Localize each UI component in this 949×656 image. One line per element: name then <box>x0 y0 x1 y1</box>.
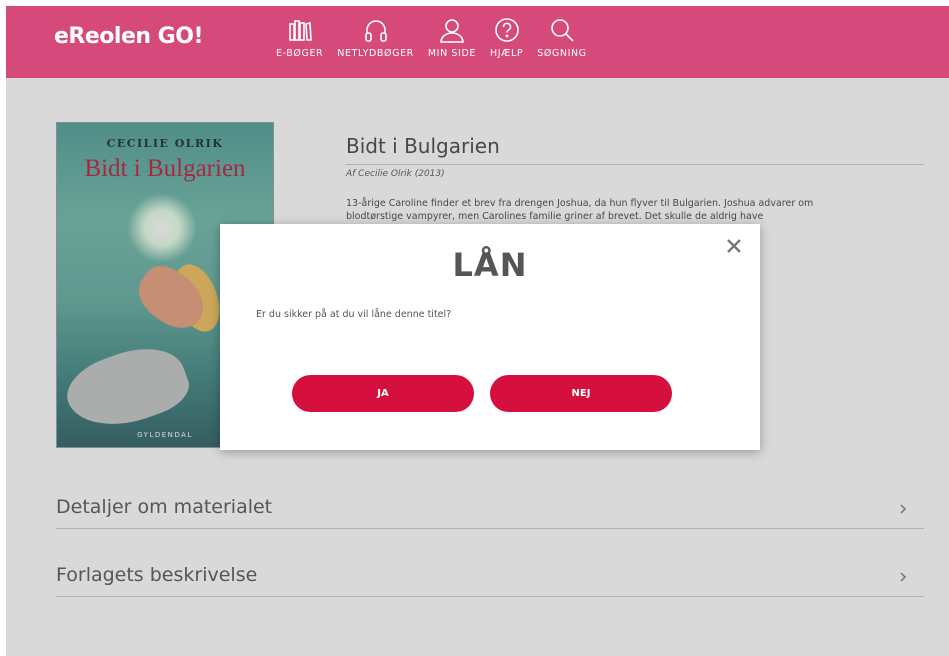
user-icon <box>440 19 464 43</box>
dialog-message: Er du sikker på at du vil låne denne tit… <box>256 309 452 320</box>
loan-dialog: LÅN Er du sikker på at du vil låne denne… <box>220 224 760 450</box>
books-icon <box>288 20 312 41</box>
page: eReolen GO! E-BØGER NETLYDBØGER MIN SIDE… <box>6 6 949 656</box>
search-icon <box>551 19 574 42</box>
app-logo[interactable]: eReolen GO! <box>54 24 203 49</box>
yes-button[interactable]: JA <box>292 375 474 412</box>
nav-label: HJÆLP <box>489 48 524 59</box>
top-navigation-bar: eReolen GO! E-BØGER NETLYDBØGER MIN SIDE… <box>6 6 949 78</box>
nav-label: MIN SIDE <box>427 48 476 59</box>
nav-label: NETLYDBØGER <box>337 48 414 59</box>
no-button[interactable]: NEJ <box>490 375 672 412</box>
nav-item-sogning[interactable]: SØGNING <box>537 16 586 59</box>
dialog-title: LÅN <box>452 246 528 284</box>
nav-label: E-BØGER <box>276 48 324 59</box>
nav-item-e-boger[interactable]: E-BØGER <box>276 16 323 59</box>
main-nav: E-BØGER NETLYDBØGER MIN SIDE HJÆLP SØGNI… <box>276 16 601 59</box>
headphones-icon <box>364 20 387 42</box>
nav-label: SØGNING <box>537 48 587 59</box>
nav-item-netlydboger[interactable]: NETLYDBØGER <box>337 16 414 59</box>
nav-item-min-side[interactable]: MIN SIDE <box>428 16 476 59</box>
nav-item-hjaelp[interactable]: HJÆLP <box>490 16 523 59</box>
help-icon <box>494 18 519 42</box>
